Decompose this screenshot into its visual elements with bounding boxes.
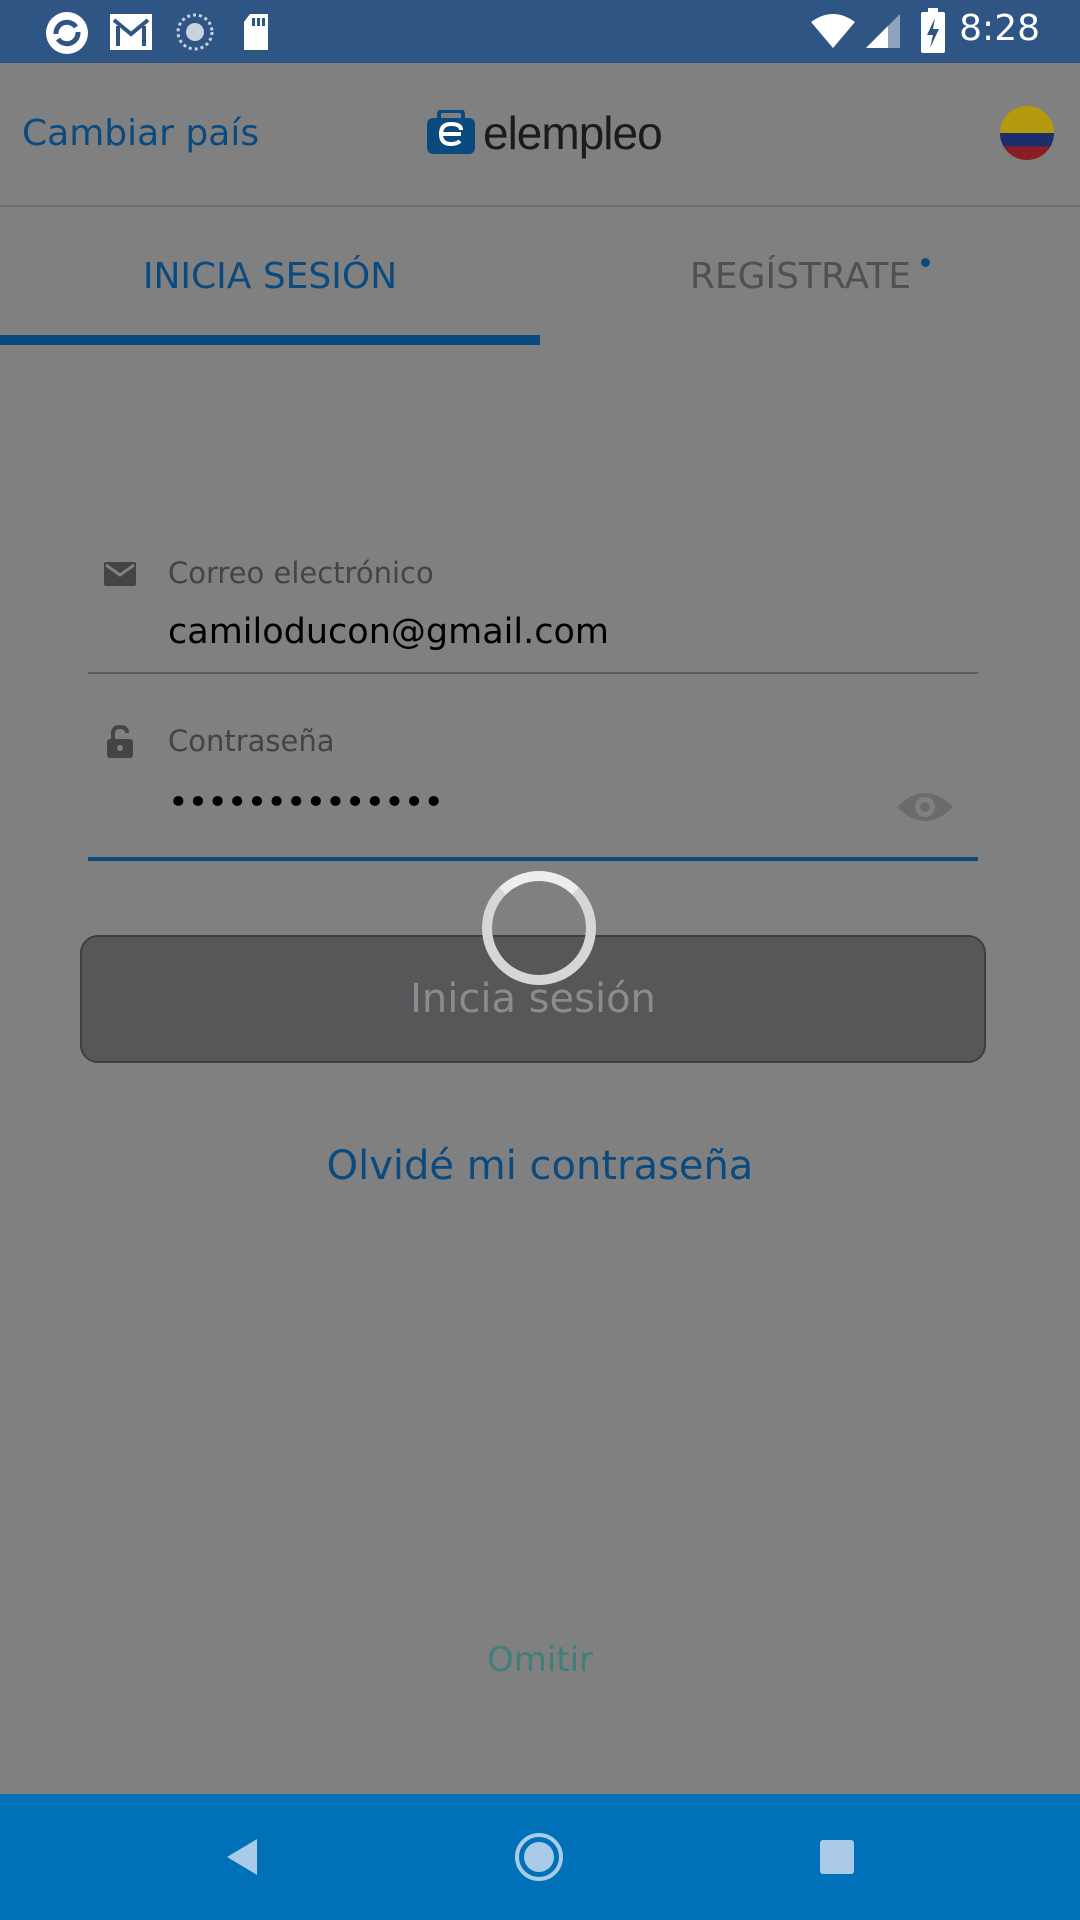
email-underline (88, 672, 978, 674)
password-value: •••••••••••••• (168, 783, 444, 823)
logo-text: elempleo (483, 107, 663, 159)
sync-icon (44, 10, 90, 60)
skip-link[interactable]: Omitir (0, 1640, 1080, 1680)
navigation-bar (0, 1794, 1080, 1920)
password-underline (88, 857, 978, 861)
battery-charging-icon (920, 8, 946, 58)
status-bar: 8:28 (0, 0, 1080, 63)
loading-spinner (482, 871, 596, 985)
top-bar: Cambiar país elempleo (0, 63, 1080, 207)
signal-icon (864, 12, 902, 54)
auth-tabs: INICIA SESIÓN REGÍSTRATE (0, 207, 1080, 345)
tab-register[interactable]: REGÍSTRATE (540, 207, 1080, 345)
active-tab-indicator (0, 335, 540, 345)
envelope-icon (104, 562, 136, 590)
eye-icon[interactable] (895, 787, 955, 831)
change-country-link[interactable]: Cambiar país (22, 113, 259, 154)
colombia-flag-icon[interactable] (1000, 106, 1054, 160)
back-icon (227, 1839, 257, 1875)
sd-card-icon (240, 12, 272, 56)
home-icon (515, 1833, 563, 1881)
recents-icon (820, 1840, 854, 1874)
tab-register-label: REGÍSTRATE (689, 255, 912, 297)
home-button[interactable] (514, 1832, 564, 1882)
notification-dot (921, 257, 931, 267)
briefcase-logo-icon (427, 110, 475, 154)
email-label: Correo electrónico (168, 556, 434, 590)
email-value: camiloducon@gmail.com (168, 612, 609, 652)
back-button[interactable] (216, 1832, 266, 1882)
recents-button[interactable] (812, 1832, 862, 1882)
password-label: Contraseña (168, 724, 335, 758)
login-screen: Cambiar país elempleo INICIA SESIÓN REGÍ… (0, 63, 1080, 1794)
app-logo: elempleo (425, 103, 663, 163)
gmail-icon (108, 12, 154, 56)
wifi-icon (810, 12, 856, 54)
forgot-password-link[interactable]: Olvidé mi contraseña (0, 1143, 1080, 1189)
status-time: 8:28 (959, 8, 1040, 49)
loading-icon (175, 12, 215, 56)
unlock-icon (106, 724, 134, 763)
tab-login[interactable]: INICIA SESIÓN (0, 207, 540, 345)
tab-login-label: INICIA SESIÓN (142, 255, 398, 297)
